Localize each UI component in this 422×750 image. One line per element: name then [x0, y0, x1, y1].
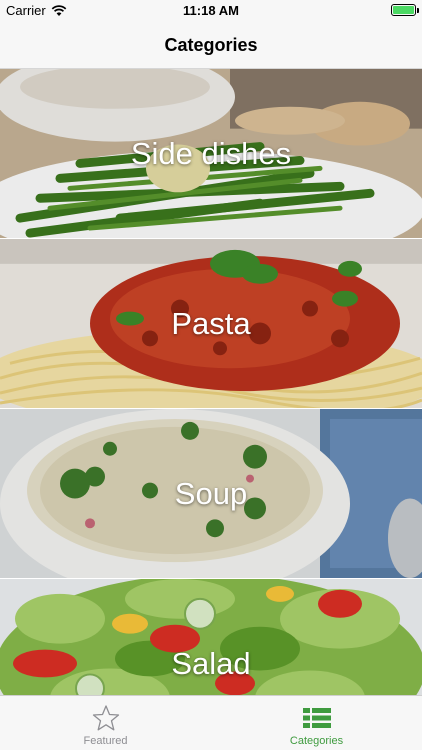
status-time: 11:18 AM	[183, 3, 239, 18]
category-list[interactable]: Side dishes Pasta Soup Salad	[0, 69, 422, 695]
tab-featured-label: Featured	[83, 735, 128, 747]
status-bar: Carrier 11:18 AM	[0, 0, 422, 22]
navigation-bar: Categories	[0, 22, 422, 69]
star-icon	[91, 703, 121, 733]
battery-icon	[391, 4, 419, 16]
battery-level-fill	[393, 6, 414, 14]
category-cell-soup[interactable]: Soup	[0, 409, 422, 579]
category-label: Salad	[171, 645, 251, 681]
category-cell-pasta[interactable]: Pasta	[0, 239, 422, 409]
tab-featured[interactable]: Featured	[0, 696, 211, 750]
category-cell-salad[interactable]: Salad	[0, 579, 422, 695]
page-title: Categories	[164, 34, 258, 55]
category-label: Soup	[174, 475, 248, 511]
tab-categories-label: Categories	[289, 735, 344, 747]
tab-bar: Featured Categories	[0, 695, 422, 750]
category-label: Pasta	[171, 305, 251, 341]
list-icon	[302, 703, 332, 733]
category-label: Side dishes	[130, 135, 292, 171]
category-cell-side-dishes[interactable]: Side dishes	[0, 69, 422, 239]
tab-categories[interactable]: Categories	[211, 696, 422, 750]
